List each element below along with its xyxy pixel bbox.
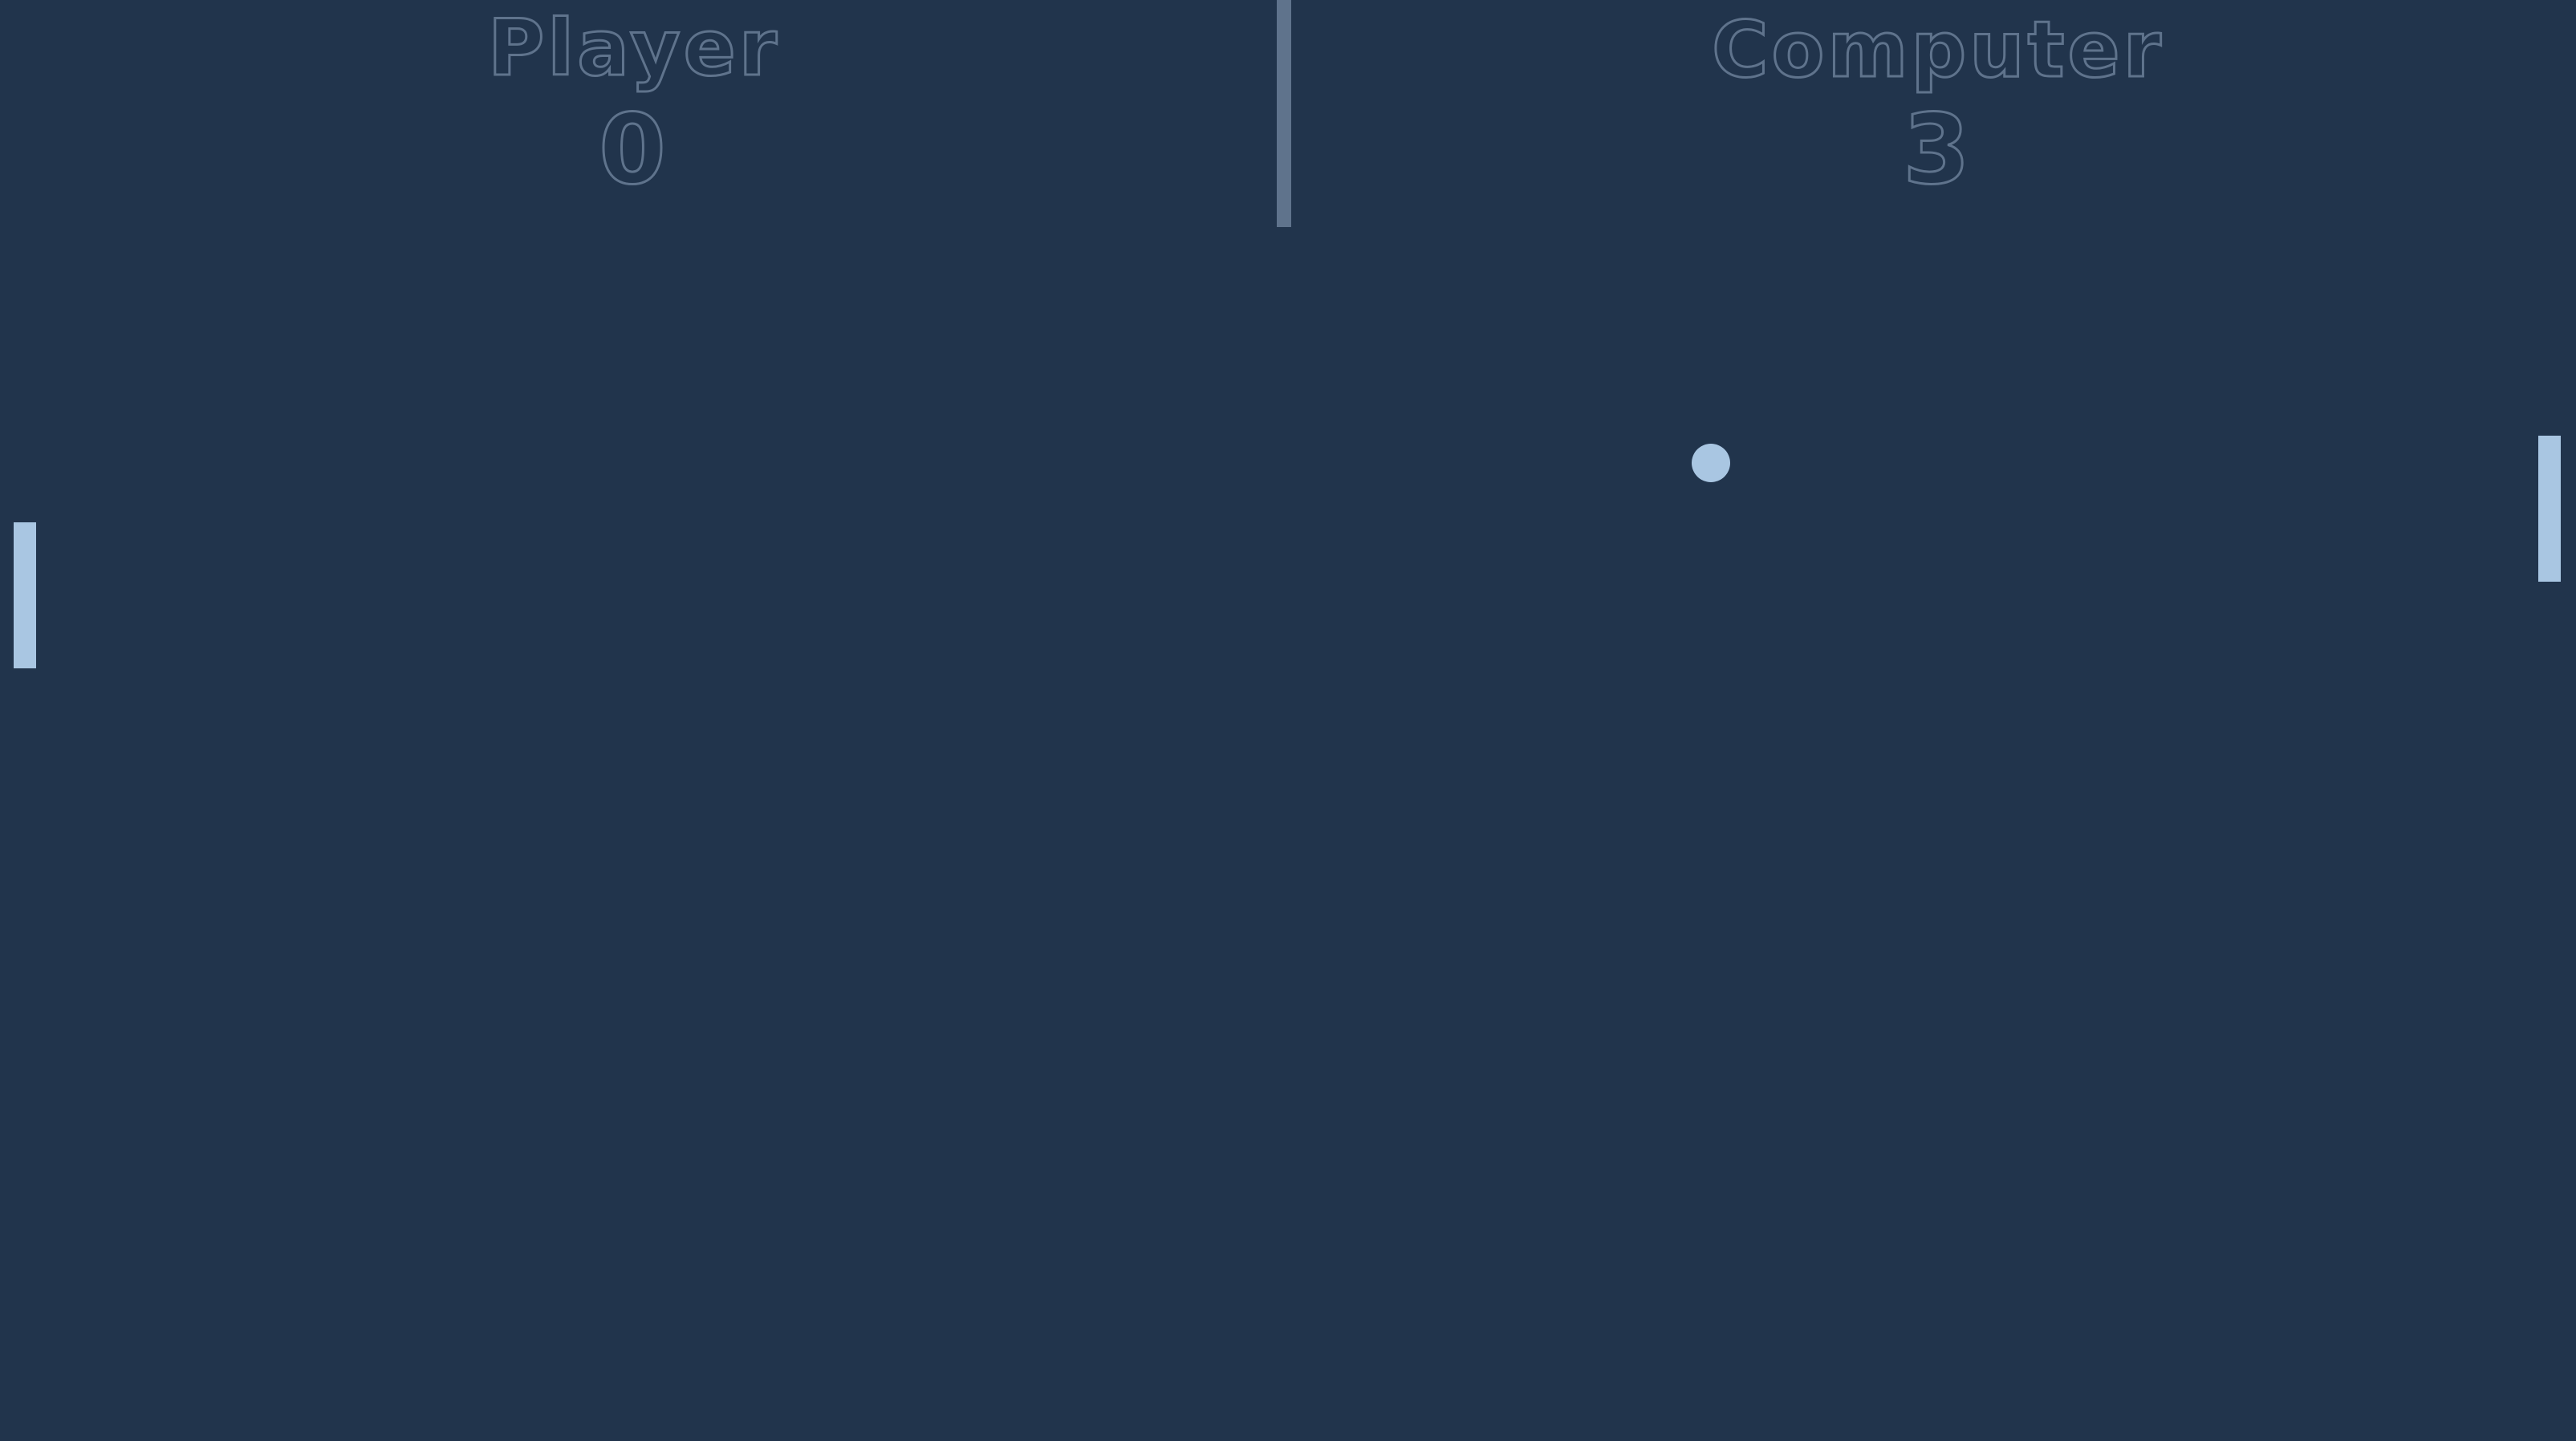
- center-net-line: [1277, 0, 1291, 227]
- ball: [1692, 444, 1730, 482]
- player-score: 0: [598, 95, 669, 206]
- player-name-label: Player: [486, 3, 781, 93]
- computer-score: 3: [1902, 95, 1973, 206]
- pong-game-board[interactable]: Player 0 Computer 3: [0, 0, 2576, 1441]
- player-paddle[interactable]: [14, 522, 36, 668]
- computer-paddle: [2538, 436, 2561, 582]
- computer-name-label: Computer: [1711, 5, 2164, 95]
